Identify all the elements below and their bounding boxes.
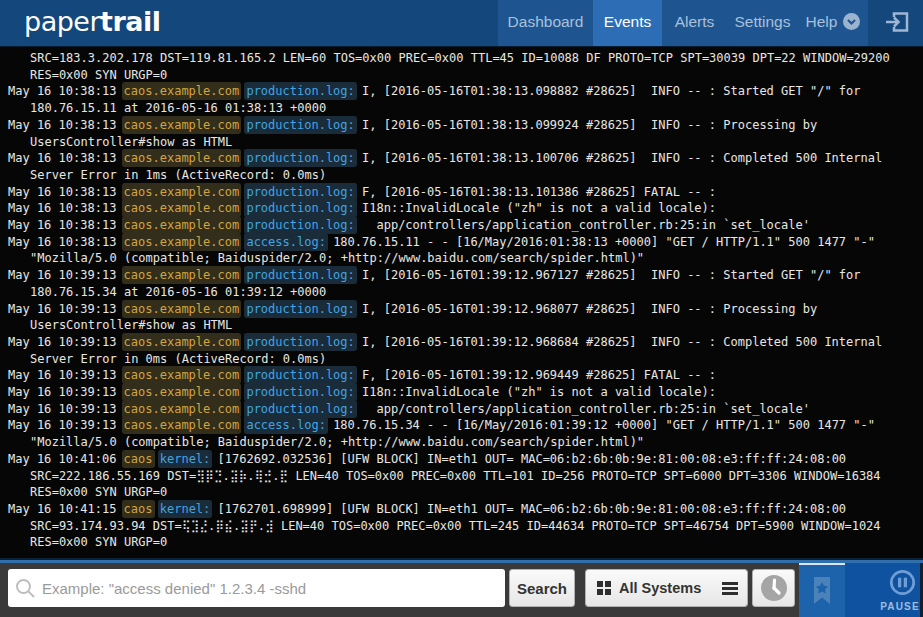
log-host[interactable]: caos.example.com (124, 368, 240, 382)
log-host[interactable]: caos.example.com (124, 151, 240, 165)
log-host[interactable]: caos.example.com (124, 235, 240, 249)
pause-icon (889, 569, 916, 596)
nav-item-events[interactable]: Events (593, 0, 662, 46)
logo-paper: paper (24, 6, 100, 37)
log-program[interactable]: kernel: (160, 452, 211, 466)
nav-item-dashboard[interactable]: Dashboard (498, 0, 593, 46)
nav-item-label: Dashboard (508, 13, 584, 31)
sign-in-button[interactable] (883, 9, 911, 35)
log-line: May 16 10:39:13 caos.example.com product… (8, 301, 913, 334)
log-program[interactable]: production.log: (246, 118, 354, 132)
log-line-continuation: SRC=183.3.202.178 DST=119.81.165.2 LEN=6… (8, 50, 913, 83)
log-host[interactable]: caos (124, 502, 153, 516)
log-line: May 16 10:41:15 caos kernel: [1762701.69… (8, 501, 913, 551)
log-program[interactable]: kernel: (160, 502, 211, 516)
log-program[interactable]: production.log: (246, 218, 354, 232)
log-host[interactable]: caos (124, 452, 153, 466)
log-line: May 16 10:39:13 caos.example.com product… (8, 401, 913, 418)
log-host[interactable]: caos.example.com (124, 268, 240, 282)
log-program[interactable]: production.log: (246, 201, 354, 215)
log-program[interactable]: production.log: (246, 185, 354, 199)
nav-item-label: Alerts (675, 13, 715, 31)
sign-in-icon (883, 9, 911, 35)
pause-label: PAUSE (861, 601, 923, 612)
log-program[interactable]: production.log: (246, 84, 354, 98)
nav-item-label: Settings (734, 13, 790, 31)
pause-button[interactable]: PAUSE (845, 560, 923, 617)
log-line: May 16 10:38:13 caos.example.com product… (8, 83, 913, 116)
all-systems-label: All Systems (619, 580, 701, 596)
saved-searches-button[interactable] (712, 570, 747, 606)
log-program[interactable]: production.log: (246, 368, 354, 382)
logo-trail: trail (100, 6, 160, 37)
log-line: May 16 10:38:13 caos.example.com product… (8, 150, 913, 183)
log-host[interactable]: caos.example.com (124, 302, 240, 316)
nav-item-alerts[interactable]: Alerts (662, 0, 727, 46)
log-host[interactable]: caos.example.com (124, 118, 240, 132)
log-stream[interactable]: SRC=183.3.202.178 DST=119.81.165.2 LEN=6… (0, 47, 923, 558)
clock-icon (759, 573, 789, 603)
log-program[interactable]: access.log: (246, 235, 325, 249)
log-line: May 16 10:38:13 caos.example.com access.… (8, 234, 913, 267)
all-systems-button[interactable]: All Systems (586, 570, 712, 606)
time-jump-button[interactable] (752, 569, 795, 607)
search-input[interactable] (8, 569, 505, 607)
log-line: May 16 10:38:13 caos.example.com product… (8, 217, 913, 234)
log-line: May 16 10:38:13 caos.example.com product… (8, 200, 913, 217)
search-icon (15, 578, 37, 600)
log-host[interactable]: caos.example.com (124, 201, 240, 215)
log-program[interactable]: access.log: (246, 418, 325, 432)
log-line: May 16 10:39:13 caos.example.com product… (8, 334, 913, 367)
log-line: May 16 10:39:13 caos.example.com product… (8, 367, 913, 384)
log-program[interactable]: production.log: (246, 385, 354, 399)
list-icon (722, 580, 738, 597)
log-host[interactable]: caos.example.com (124, 418, 240, 432)
nav-item-label: Events (604, 13, 651, 31)
bookmark-button[interactable] (799, 563, 845, 617)
nav-item-label: Help (806, 13, 838, 31)
main-nav: Dashboard Events Alerts Settings Help (498, 0, 868, 46)
bookmark-icon (811, 577, 833, 605)
navbar: papertrail Dashboard Events Alerts Settings… (0, 0, 923, 47)
log-line: May 16 10:39:13 caos.example.com product… (8, 267, 913, 300)
log-program[interactable]: production.log: (246, 402, 354, 416)
log-host[interactable]: caos.example.com (124, 385, 240, 399)
chevron-down-icon (843, 13, 860, 30)
log-program[interactable]: production.log: (246, 335, 354, 349)
log-host[interactable]: caos.example.com (124, 335, 240, 349)
log-line: May 16 10:38:13 caos.example.com product… (8, 117, 913, 150)
log-host[interactable]: caos.example.com (124, 185, 240, 199)
log-host[interactable]: caos.example.com (124, 84, 240, 98)
log-line: May 16 10:39:13 caos.example.com access.… (8, 417, 913, 450)
log-line: May 16 10:41:06 caos kernel: [1762692.03… (8, 451, 913, 501)
nav-item-settings[interactable]: Settings (727, 0, 798, 46)
systems-button-group: All Systems (585, 569, 748, 607)
log-host[interactable]: caos.example.com (124, 218, 240, 232)
log-program[interactable]: production.log: (246, 268, 354, 282)
grid-icon (597, 581, 611, 595)
log-velocity-panel: PAUSE (799, 560, 923, 617)
log-line: May 16 10:38:13 caos.example.com product… (8, 184, 913, 201)
search-bar: Search All Systems P (0, 558, 923, 617)
log-program[interactable]: production.log: (246, 302, 354, 316)
log-line: May 16 10:39:13 caos.example.com product… (8, 384, 913, 401)
search-button[interactable]: Search (509, 569, 575, 607)
log-program[interactable]: production.log: (246, 151, 354, 165)
nav-item-help[interactable]: Help (798, 0, 868, 46)
log-host[interactable]: caos.example.com (124, 402, 240, 416)
app-logo[interactable]: papertrail (24, 0, 161, 46)
